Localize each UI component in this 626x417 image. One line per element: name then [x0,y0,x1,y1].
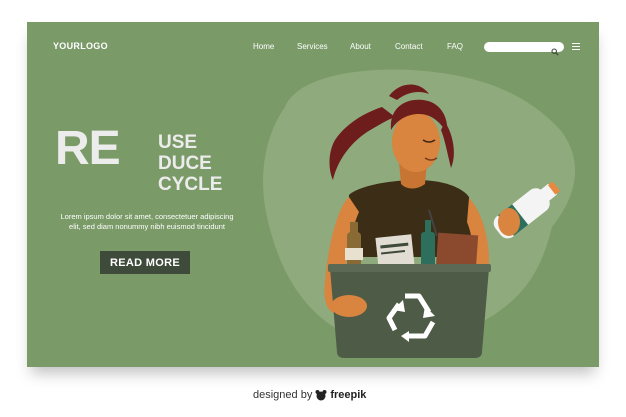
hero-words: USE DUCE CYCLE [158,132,222,195]
footer-credit[interactable]: designed by freepik [253,389,366,401]
right-hand [498,208,520,236]
hero-prefix: RE [55,122,121,175]
read-more-button[interactable]: READ MORE [100,251,190,274]
woman-recycling-illustration [263,69,576,358]
credit-brand: freepik [330,389,367,401]
left-hand [331,295,367,317]
face [392,112,440,172]
credit-prefix: designed by [253,389,313,401]
hero-word-cycle: CYCLE [158,174,223,195]
hero-description: Lorem ipsum dolor sit amet, consectetuer… [60,212,234,231]
hero-word-duce: DUCE [158,153,212,174]
freepik-logo-icon [315,389,327,400]
hero-word-use: USE [158,132,198,153]
landing-page-card: YOURLOGO Home Services About Contact FAQ [27,22,599,367]
